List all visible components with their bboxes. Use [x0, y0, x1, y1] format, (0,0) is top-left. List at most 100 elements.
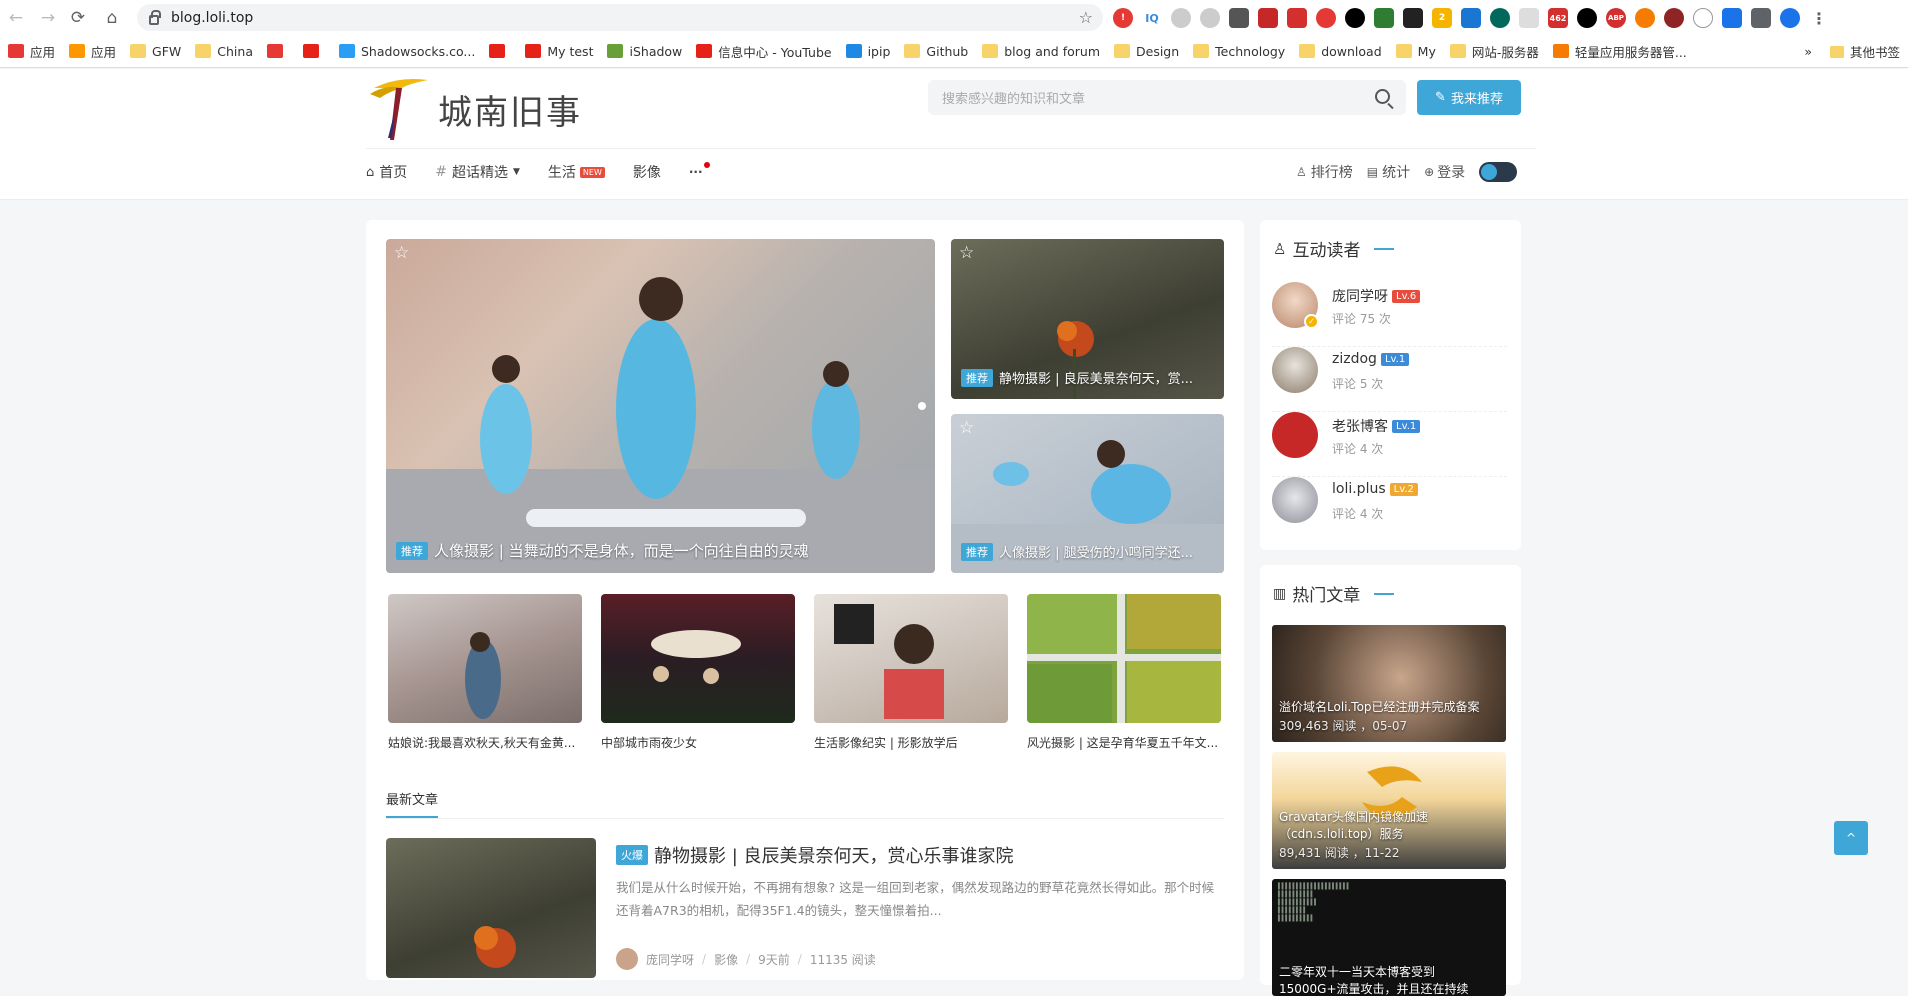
ext-gauge-icon[interactable] — [1693, 8, 1713, 28]
ext-chart-icon[interactable] — [1258, 8, 1278, 28]
featured-side-title-1[interactable]: 静物摄影 | 良辰美景奈何天，赏... — [999, 368, 1193, 387]
ext-gmail-icon[interactable]: 462 — [1548, 8, 1568, 28]
hot-article-title[interactable]: Gravatar头像国内镜像加速（cdn.s.loli.top）服务 — [1279, 809, 1498, 843]
thumbnail-card[interactable]: 风光摄影 | 这是孕育华夏五千年文... — [1027, 594, 1221, 751]
bookmark-item[interactable]: 信息中心 - YouTube — [696, 42, 832, 61]
featured-main-title[interactable]: 人像摄影 | 当舞动的不是身体，而是一个向往自由的灵魂 — [434, 540, 809, 561]
featured-side-card-1[interactable]: ☆ 推荐 静物摄影 | 良辰美景奈何天，赏... — [951, 239, 1224, 399]
reader-name[interactable]: zizdog — [1332, 351, 1377, 367]
ext-mail-icon[interactable] — [1461, 8, 1481, 28]
thumbnail-title[interactable]: 生活影像纪实 | 形影放学后 — [814, 734, 1008, 751]
bookmark-item[interactable]: blog and forum — [982, 44, 1100, 59]
ext-dark-icon[interactable] — [1229, 8, 1249, 28]
featured-main-card[interactable]: ☆ 推荐 人像摄影 | 当舞动的不是身体，而是一个向往自由的灵魂 — [386, 239, 935, 573]
nav-item-ranking[interactable]: ♙ 排行榜 — [1296, 162, 1353, 182]
other-bookmarks-button[interactable]: 其他书签 — [1829, 42, 1900, 61]
ext-grey-icon[interactable] — [1171, 8, 1191, 28]
recommend-button[interactable]: ✎ 我来推荐 — [1417, 80, 1521, 115]
bookmark-item[interactable]: My test — [525, 44, 593, 59]
extensions-puzzle-icon[interactable] — [1751, 8, 1771, 28]
featured-side-card-2[interactable]: ☆ 推荐 人像摄影 | 腿受伤的小鸣同学还... — [951, 414, 1224, 573]
ext-badge2-icon[interactable]: 2 — [1432, 8, 1452, 28]
bookmark-item[interactable] — [489, 44, 511, 58]
bookmark-item[interactable] — [303, 44, 325, 58]
hot-article-title[interactable]: 溢价域名Loli.Top已经注册并完成备案 — [1279, 699, 1498, 716]
forward-icon[interactable]: → — [36, 7, 60, 29]
post-thumbnail[interactable] — [386, 838, 596, 978]
ext-translate-icon[interactable] — [1722, 8, 1742, 28]
ext-mask-icon[interactable] — [1403, 8, 1423, 28]
ext-red-icon[interactable] — [1287, 8, 1307, 28]
bookmark-item[interactable] — [267, 44, 289, 58]
favorite-star-icon[interactable]: ☆ — [959, 243, 974, 263]
menu-kebab-icon[interactable]: ⋮ — [1809, 8, 1829, 28]
post-title[interactable]: 静物摄影 | 良辰美景奈何天，赏心乐事谁家院 — [654, 842, 1014, 868]
bookmark-item[interactable]: My — [1395, 44, 1436, 59]
nav-item-login[interactable]: ⊕ 登录 — [1424, 162, 1465, 182]
bookmark-item[interactable]: Shadowsocks.co... — [339, 44, 475, 59]
ext-iq-icon[interactable]: IQ — [1142, 8, 1162, 28]
back-icon[interactable]: ← — [4, 7, 28, 29]
reader-avatar[interactable] — [1272, 347, 1318, 393]
more-bookmarks-button[interactable]: » — [1804, 44, 1812, 59]
bookmark-item[interactable]: 轻量应用服务器管... — [1552, 42, 1687, 61]
theme-toggle[interactable] — [1479, 162, 1518, 182]
bookmark-item[interactable]: download — [1299, 44, 1382, 59]
bookmark-item[interactable]: iShadow — [607, 44, 682, 59]
reader-item[interactable]: zizdog Lv.1 评论 5 次 — [1272, 347, 1507, 412]
ext-grey2-icon[interactable] — [1200, 8, 1220, 28]
thumbnail-card[interactable]: 中部城市雨夜少女 — [601, 594, 795, 751]
hot-article-card[interactable]: 溢价域名Loli.Top已经注册并完成备案 309,463 阅读 ，05-07 — [1272, 625, 1506, 742]
ext-teal-icon[interactable] — [1490, 8, 1510, 28]
favorite-star-icon[interactable]: ☆ — [394, 243, 409, 263]
nav-item-home[interactable]: ⌂ 首页 — [366, 162, 407, 182]
bookmark-item[interactable]: Technology — [1193, 44, 1285, 59]
bookmark-item[interactable]: ipip — [845, 44, 890, 59]
reader-avatar[interactable] — [1272, 412, 1318, 458]
bookmark-item[interactable]: Design — [1114, 44, 1179, 59]
reader-item[interactable]: loli.plus Lv.2 评论 4 次 — [1272, 477, 1507, 542]
bookmark-item[interactable]: GFW — [130, 44, 181, 59]
thumbnail-title[interactable]: 风光摄影 | 这是孕育华夏五千年文... — [1027, 734, 1221, 751]
back-to-top-button[interactable]: ^ — [1834, 821, 1868, 855]
reader-name[interactable]: 庞同学呀 — [1332, 286, 1388, 306]
ext-slash-icon[interactable] — [1519, 8, 1539, 28]
tab-latest[interactable]: 最新文章 — [386, 789, 439, 818]
ext-fox-icon[interactable] — [1664, 8, 1684, 28]
thumbnail-title[interactable]: 中部城市雨夜少女 — [601, 734, 795, 751]
ext-black-icon[interactable] — [1345, 8, 1365, 28]
url-text[interactable]: blog.loli.top — [171, 10, 253, 26]
favorite-star-icon[interactable]: ☆ — [959, 418, 974, 438]
reader-item[interactable]: ✓ 庞同学呀 Lv.6 评论 75 次 — [1272, 282, 1507, 347]
reader-name[interactable]: 老张博客 — [1332, 416, 1388, 436]
reader-item[interactable]: 老张博客 Lv.1 评论 4 次 — [1272, 412, 1507, 477]
site-logo-text[interactable]: 城南旧事 — [438, 85, 582, 134]
bookmark-item[interactable]: 网站-服务器 — [1449, 42, 1539, 61]
post-author[interactable]: 庞同学呀 — [646, 951, 694, 968]
reload-icon[interactable]: ⟳ — [66, 7, 90, 29]
bookmark-star-icon[interactable]: ☆ — [1079, 8, 1093, 27]
bookmark-item[interactable]: Github — [904, 44, 968, 59]
thumbnail-card[interactable]: 生活影像纪实 | 形影放学后 — [814, 594, 1008, 751]
ext-abp-icon[interactable]: ABP — [1606, 8, 1626, 28]
search-input[interactable]: 搜索感兴趣的知识和文章 — [928, 80, 1406, 115]
hot-article-title[interactable]: 二零年双十一当天本博客受到15000G+流量攻击，并且还在持续 — [1279, 964, 1498, 996]
bookmark-item[interactable]: China — [195, 44, 253, 59]
reader-name[interactable]: loli.plus — [1332, 481, 1386, 497]
featured-side-title-2[interactable]: 人像摄影 | 腿受伤的小鸣同学还... — [999, 542, 1193, 561]
reader-avatar[interactable] — [1272, 477, 1318, 523]
ext-go-icon[interactable] — [1577, 8, 1597, 28]
hot-article-card[interactable]: ▌▌▌▌▌▌▌▌▌▌▌▌▌▌▌▌▌▌▌▌ ▌▌▌▌▌▌▌▌▌▌ ▌▌▌▌▌▌▌▌▌▌… — [1272, 879, 1506, 996]
ext-shield-icon[interactable] — [1374, 8, 1394, 28]
nav-item-stats[interactable]: ▤ 统计 — [1367, 162, 1410, 182]
hot-article-card[interactable]: Gravatar头像国内镜像加速（cdn.s.loli.top）服务 89,43… — [1272, 752, 1506, 869]
nav-item-image[interactable]: 影像 — [633, 162, 661, 182]
ext-orange-icon[interactable] — [1635, 8, 1655, 28]
bookmark-item[interactable]: 应用 — [8, 42, 55, 61]
nav-more-button[interactable]: ··· — [689, 162, 710, 179]
ext-alert-icon[interactable]: ! — [1113, 8, 1133, 28]
logo-icon[interactable] — [368, 74, 432, 142]
profile-avatar-icon[interactable] — [1780, 8, 1800, 28]
bookmark-item[interactable]: 应用 — [69, 42, 116, 61]
thumbnail-title[interactable]: 姑娘说:我最喜欢秋天,秋天有金黄... — [388, 734, 582, 751]
